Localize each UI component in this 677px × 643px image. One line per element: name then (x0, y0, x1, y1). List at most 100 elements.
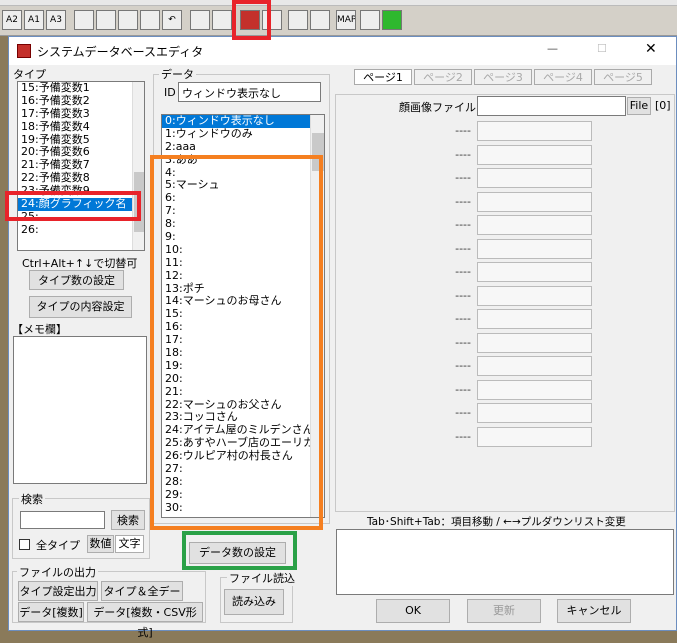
all-types-checkbox[interactable] (19, 539, 30, 550)
tab-page-3[interactable]: ページ3 (474, 69, 532, 85)
id-name-input[interactable]: ウィンドウ表示なし (178, 82, 321, 102)
field-label: ---- (455, 194, 471, 208)
face-file-input[interactable] (477, 96, 626, 116)
field-input[interactable] (477, 215, 592, 235)
data-label: データ (159, 66, 196, 82)
play-icon[interactable] (382, 10, 402, 30)
tab-page-2[interactable]: ページ2 (414, 69, 472, 85)
ok-button[interactable]: OK (376, 599, 450, 623)
memo-textarea[interactable] (13, 336, 147, 484)
map-a-icon[interactable]: A2 (2, 10, 22, 30)
maximize-button[interactable]: ☐ (597, 42, 607, 55)
field-input[interactable] (477, 309, 592, 329)
field-input[interactable] (477, 262, 592, 282)
all-types-label: 全タイプ (36, 539, 80, 552)
field-label: ---- (455, 382, 471, 396)
field-input[interactable] (477, 191, 592, 212)
field-label: ---- (455, 406, 471, 419)
read-button[interactable]: 読み込み (224, 589, 284, 615)
toolbar: A2 A1 A3 ↶ MAP (0, 6, 677, 36)
update-button[interactable]: 更新 (467, 599, 541, 623)
type-label: タイプ (13, 68, 46, 81)
data-list-item[interactable]: 2:aaa (162, 140, 324, 154)
list-icon[interactable] (360, 10, 380, 30)
number-toggle[interactable]: 数値 (87, 535, 114, 553)
type-all-data-button[interactable]: タイプ＆全データ (101, 581, 183, 618)
field-input[interactable] (477, 403, 592, 423)
highlight-type-item (5, 191, 141, 221)
key-hint: Tab･Shift+Tab：項目移動 / ←→プルダウンリスト変更 (367, 516, 626, 528)
field-input[interactable] (477, 379, 592, 400)
field-label: ---- (455, 429, 471, 443)
field-input[interactable] (477, 144, 592, 165)
character-icon[interactable] (310, 10, 330, 30)
title-bar: システムデータベースエディタ — ☐ ✕ (9, 37, 676, 65)
window-title: システムデータベースエディタ (37, 45, 204, 59)
map-icon[interactable]: MAP (336, 10, 356, 30)
field-input[interactable] (477, 168, 592, 188)
pencil-icon[interactable] (74, 10, 94, 30)
field-label: ---- (455, 241, 471, 255)
cancel-button[interactable]: キャンセル (557, 599, 631, 623)
type-content-button[interactable]: タイプの内容設定 (29, 296, 132, 318)
db-user-icon[interactable] (190, 10, 210, 30)
text-toggle[interactable]: 文字 (115, 535, 144, 553)
tab-page-5[interactable]: ページ5 (594, 69, 652, 85)
search-input[interactable] (20, 511, 105, 529)
field-label: ---- (455, 335, 471, 349)
type-list[interactable]: 15:予備変数1 16:予備変数2 17:予備変数3 18:予備変数4 19:予備変数5… (17, 81, 145, 251)
minimize-button[interactable]: — (547, 42, 558, 55)
event-icon[interactable] (140, 10, 160, 30)
field-label: ---- (455, 218, 471, 231)
field-label: ---- (455, 265, 471, 278)
data-multi-button[interactable]: データ[複数] (18, 602, 84, 622)
type-list-item[interactable]: 17:予備変数3 (18, 107, 144, 121)
field-input[interactable] (477, 121, 592, 141)
field-label: ---- (455, 288, 471, 302)
wrench-icon[interactable] (288, 10, 308, 30)
highlight-toolbar-button (232, 0, 271, 40)
type-list-item[interactable]: 16:予備変数2 (18, 94, 144, 108)
field-input[interactable] (477, 426, 592, 447)
type-list-item[interactable]: 18:予備変数4 (18, 120, 144, 134)
brush-icon[interactable] (96, 10, 116, 30)
app-icon (17, 44, 31, 58)
select-icon[interactable] (118, 10, 138, 30)
type-list-item[interactable]: 15:予備変数1 (18, 82, 144, 95)
face-file-label: 顔画像ファイル (399, 101, 476, 114)
field-input[interactable] (477, 332, 592, 353)
field-label: ---- (455, 124, 471, 137)
tab-page-4[interactable]: ページ4 (534, 69, 592, 85)
data-list-item[interactable]: 0:ウィンドウ表示なし (162, 115, 324, 128)
type-switch-hint: Ctrl+Alt+↑↓で切替可 (22, 257, 138, 270)
file-browse-button[interactable]: File (627, 97, 651, 115)
db-variable-icon[interactable] (212, 10, 232, 30)
field-input[interactable] (477, 356, 592, 376)
type-output-button[interactable]: タイプ設定出力 (18, 581, 98, 601)
file-read-label: ファイル読込 (227, 570, 297, 586)
type-list-scrollbar[interactable] (132, 82, 144, 250)
highlight-data-count-button (182, 531, 297, 570)
description-box (336, 529, 674, 595)
type-list-item[interactable]: 26: (18, 223, 144, 237)
type-count-button[interactable]: タイプ数の設定 (29, 270, 124, 290)
highlight-data-list (150, 155, 323, 530)
field-input[interactable] (477, 238, 592, 259)
map-c-icon[interactable]: A3 (46, 10, 66, 30)
data-csv-button[interactable]: データ[複数・CSV形式] (87, 602, 203, 639)
tab-page-1[interactable]: ページ1 (354, 69, 412, 85)
system-database-editor-window: システムデータベースエディタ — ☐ ✕ タイプ 15:予備変数1 16:予備変数… (8, 36, 677, 639)
face-index: [0] (655, 99, 671, 112)
close-button[interactable]: ✕ (645, 41, 657, 57)
map-b-icon[interactable]: A1 (24, 10, 44, 30)
field-input[interactable] (477, 285, 592, 306)
field-label: ---- (455, 147, 471, 161)
data-list-item[interactable]: 1:ウィンドウのみ (162, 127, 324, 141)
search-label: 検索 (19, 491, 45, 507)
field-label: ---- (455, 312, 471, 325)
field-label: ---- (455, 359, 471, 372)
search-button[interactable]: 検索 (111, 510, 145, 530)
file-output-label: ファイルの出力 (17, 564, 98, 580)
field-label: ---- (455, 171, 471, 184)
undo-icon[interactable]: ↶ (162, 10, 182, 30)
